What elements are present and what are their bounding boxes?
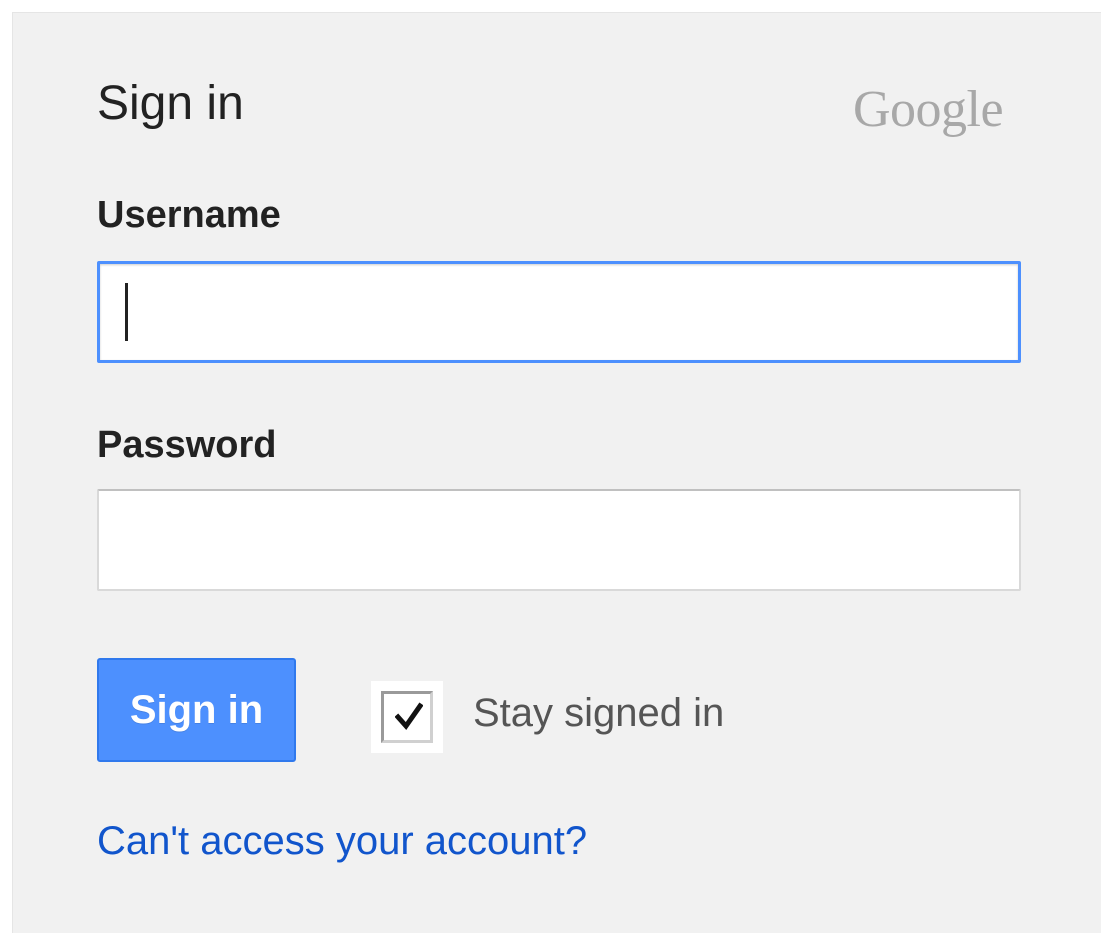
- checkbox-box: [381, 691, 433, 743]
- password-label: Password: [97, 424, 277, 466]
- username-input[interactable]: [97, 261, 1021, 363]
- page-title: Sign in: [97, 77, 244, 130]
- cant-access-account-link[interactable]: Can't access your account?: [97, 817, 587, 865]
- password-input[interactable]: [97, 489, 1021, 591]
- checkmark-icon: [395, 702, 423, 731]
- text-caret: [125, 283, 128, 341]
- google-logo: Google: [853, 81, 1004, 138]
- stay-signed-in-label[interactable]: Stay signed in: [473, 689, 724, 737]
- username-label: Username: [97, 194, 281, 236]
- stay-signed-in-checkbox[interactable]: [371, 681, 443, 753]
- signin-button[interactable]: Sign in: [97, 658, 296, 762]
- signin-panel: Sign in Google Username Password Sign in…: [12, 12, 1101, 933]
